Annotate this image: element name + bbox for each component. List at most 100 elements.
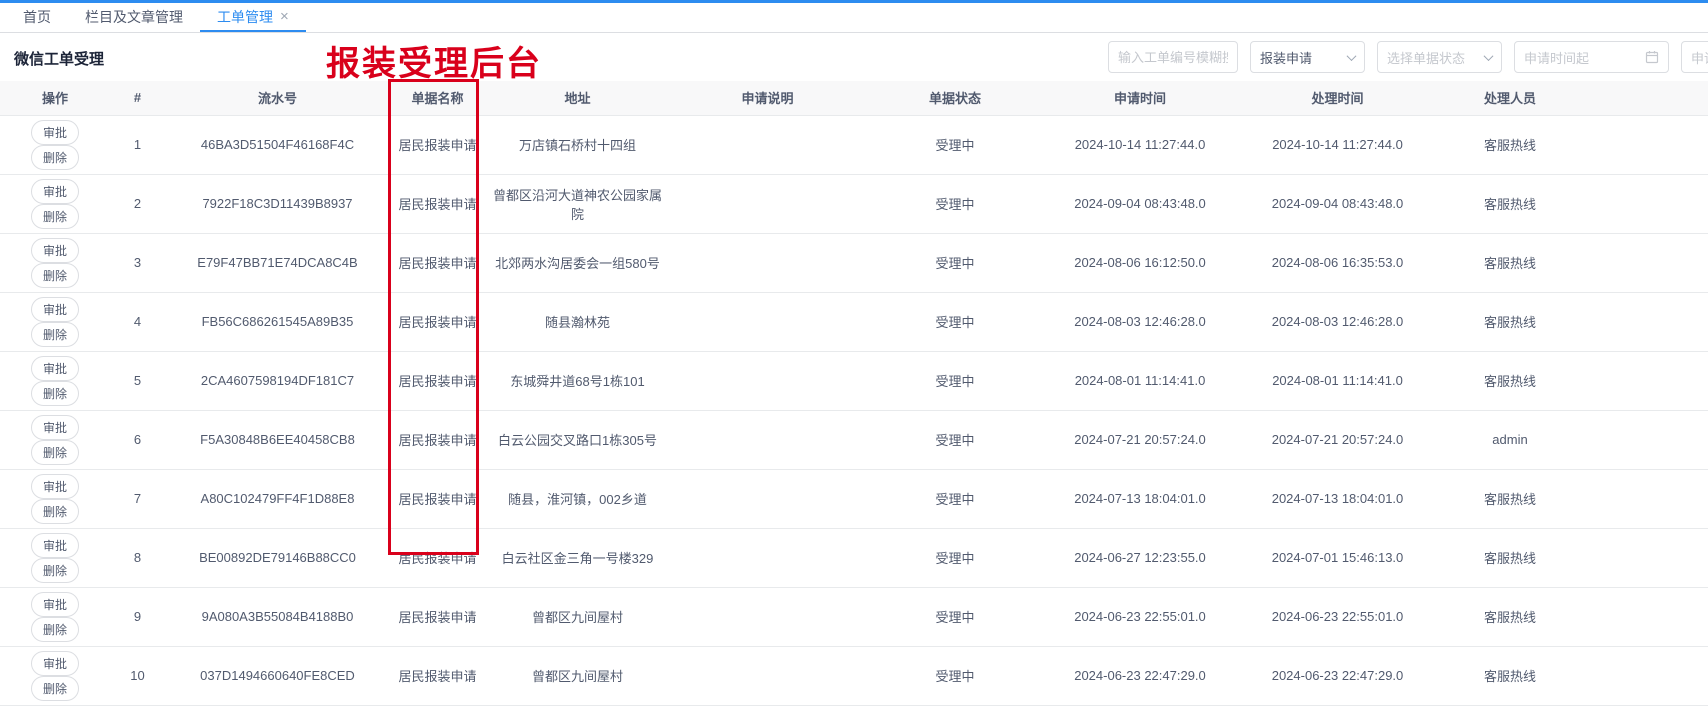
handler-cell: 客服热线 <box>1440 233 1580 292</box>
description-cell <box>670 587 865 646</box>
actions-cell: 审批 删除 <box>0 469 110 528</box>
tab-work-orders-label: 工单管理 <box>217 7 273 27</box>
serial-cell: 46BA3D51504F46168F4C <box>165 115 390 174</box>
approve-button[interactable]: 审批 <box>31 474 79 499</box>
tab-articles[interactable]: 栏目及文章管理 <box>68 3 200 32</box>
table-row: 审批 删除 2 7922F18C3D11439B8937 居民报装申请 曾都区沿… <box>0 174 1708 233</box>
apply-date-start-input[interactable]: 申请时间起 <box>1514 41 1669 73</box>
approve-button[interactable]: 审批 <box>31 651 79 676</box>
address-cell: 随县，淮河镇，002乡道 <box>485 469 670 528</box>
chevron-down-icon <box>1347 51 1357 61</box>
delete-button[interactable]: 删除 <box>31 676 79 701</box>
col-header-doc-name: 单据名称 <box>390 81 485 115</box>
delete-button[interactable]: 删除 <box>31 617 79 642</box>
col-header-handler: 处理人员 <box>1440 81 1580 115</box>
status-cell: 受理中 <box>865 292 1045 351</box>
spacer-cell <box>1580 528 1708 587</box>
address-cell: 随县瀚林苑 <box>485 292 670 351</box>
table-row: 审批 删除 8 BE00892DE79146B88CC0 居民报装申请 白云社区… <box>0 528 1708 587</box>
filter-controls: 报装申请 选择单据状态 申请时间起 申请时间止 <box>1108 41 1708 73</box>
spacer-cell <box>1580 115 1708 174</box>
table-row: 审批 删除 7 A80C102479FF4F1D88E8 居民报装申请 随县，淮… <box>0 469 1708 528</box>
address-cell: 白云社区金三角一号楼329 <box>485 528 670 587</box>
status-cell: 受理中 <box>865 469 1045 528</box>
handle-time-cell: 2024-08-01 11:14:41.0 <box>1235 351 1440 410</box>
doc-name-cell: 居民报装申请 <box>390 646 485 705</box>
row-index-cell: 1 <box>110 115 165 174</box>
tab-bar: 首页 栏目及文章管理 工单管理 × <box>0 3 1708 33</box>
description-cell <box>670 292 865 351</box>
table-row: 审批 删除 3 E79F47BB71E74DCA8C4B 居民报装申请 北郊两水… <box>0 233 1708 292</box>
col-header-actions: 操作 <box>0 81 110 115</box>
approve-button[interactable]: 审批 <box>31 297 79 322</box>
apply-time-cell: 2024-06-23 22:47:29.0 <box>1045 646 1235 705</box>
delete-button[interactable]: 删除 <box>31 499 79 524</box>
description-cell <box>670 410 865 469</box>
approve-button[interactable]: 审批 <box>31 238 79 263</box>
order-type-select[interactable]: 报装申请 <box>1250 41 1365 73</box>
serial-cell: FB56C686261545A89B35 <box>165 292 390 351</box>
apply-time-cell: 2024-09-04 08:43:48.0 <box>1045 174 1235 233</box>
doc-name-cell: 居民报装申请 <box>390 469 485 528</box>
col-header-description: 申请说明 <box>670 81 865 115</box>
doc-name-cell: 居民报装申请 <box>390 351 485 410</box>
serial-cell: 2CA4607598194DF181C7 <box>165 351 390 410</box>
approve-button[interactable]: 审批 <box>31 533 79 558</box>
order-status-select[interactable]: 选择单据状态 <box>1377 41 1502 73</box>
delete-button[interactable]: 删除 <box>31 204 79 229</box>
tab-work-orders[interactable]: 工单管理 × <box>200 3 306 32</box>
actions-cell: 审批 删除 <box>0 351 110 410</box>
spacer-cell <box>1580 469 1708 528</box>
delete-button[interactable]: 删除 <box>31 263 79 288</box>
tab-articles-label: 栏目及文章管理 <box>85 7 183 27</box>
actions-cell: 审批 删除 <box>0 233 110 292</box>
status-cell: 受理中 <box>865 174 1045 233</box>
apply-time-cell: 2024-08-06 16:12:50.0 <box>1045 233 1235 292</box>
serial-cell: 7922F18C3D11439B8937 <box>165 174 390 233</box>
close-icon[interactable]: × <box>280 9 289 24</box>
delete-button[interactable]: 删除 <box>31 440 79 465</box>
status-cell: 受理中 <box>865 351 1045 410</box>
approve-button[interactable]: 审批 <box>31 179 79 204</box>
tab-home-label: 首页 <box>23 7 51 27</box>
apply-date-end-input[interactable]: 申请时间止 <box>1681 41 1708 73</box>
apply-time-cell: 2024-08-01 11:14:41.0 <box>1045 351 1235 410</box>
spacer-cell <box>1580 233 1708 292</box>
actions-cell: 审批 删除 <box>0 174 110 233</box>
delete-button[interactable]: 删除 <box>31 381 79 406</box>
calendar-icon <box>1645 50 1659 64</box>
handler-cell: 客服热线 <box>1440 528 1580 587</box>
actions-cell: 审批 删除 <box>0 646 110 705</box>
approve-button[interactable]: 审批 <box>31 415 79 440</box>
spacer-cell <box>1580 587 1708 646</box>
col-header-apply-time: 申请时间 <box>1045 81 1235 115</box>
delete-button[interactable]: 删除 <box>31 322 79 347</box>
table-body: 审批 删除 1 46BA3D51504F46168F4C 居民报装申请 万店镇石… <box>0 115 1708 705</box>
order-number-search-input[interactable] <box>1108 41 1238 73</box>
handle-time-cell: 2024-10-14 11:27:44.0 <box>1235 115 1440 174</box>
order-status-select-placeholder: 选择单据状态 <box>1387 48 1465 67</box>
description-cell <box>670 351 865 410</box>
approve-button[interactable]: 审批 <box>31 592 79 617</box>
handler-cell: 客服热线 <box>1440 646 1580 705</box>
handler-cell: 客服热线 <box>1440 174 1580 233</box>
apply-time-cell: 2024-06-23 22:55:01.0 <box>1045 587 1235 646</box>
row-index-cell: 6 <box>110 410 165 469</box>
doc-name-cell: 居民报装申请 <box>390 410 485 469</box>
row-index-cell: 3 <box>110 233 165 292</box>
description-cell <box>670 646 865 705</box>
approve-button[interactable]: 审批 <box>31 356 79 381</box>
spacer-cell <box>1580 292 1708 351</box>
doc-name-cell: 居民报装申请 <box>390 115 485 174</box>
address-cell: 曾都区九间屋村 <box>485 587 670 646</box>
actions-cell: 审批 删除 <box>0 587 110 646</box>
status-cell: 受理中 <box>865 587 1045 646</box>
delete-button[interactable]: 删除 <box>31 145 79 170</box>
table-row: 审批 删除 5 2CA4607598194DF181C7 居民报装申请 东城舜井… <box>0 351 1708 410</box>
row-index-cell: 8 <box>110 528 165 587</box>
approve-button[interactable]: 审批 <box>31 120 79 145</box>
col-header-index: # <box>110 81 165 115</box>
doc-name-cell: 居民报装申请 <box>390 528 485 587</box>
tab-home[interactable]: 首页 <box>6 3 68 32</box>
delete-button[interactable]: 删除 <box>31 558 79 583</box>
